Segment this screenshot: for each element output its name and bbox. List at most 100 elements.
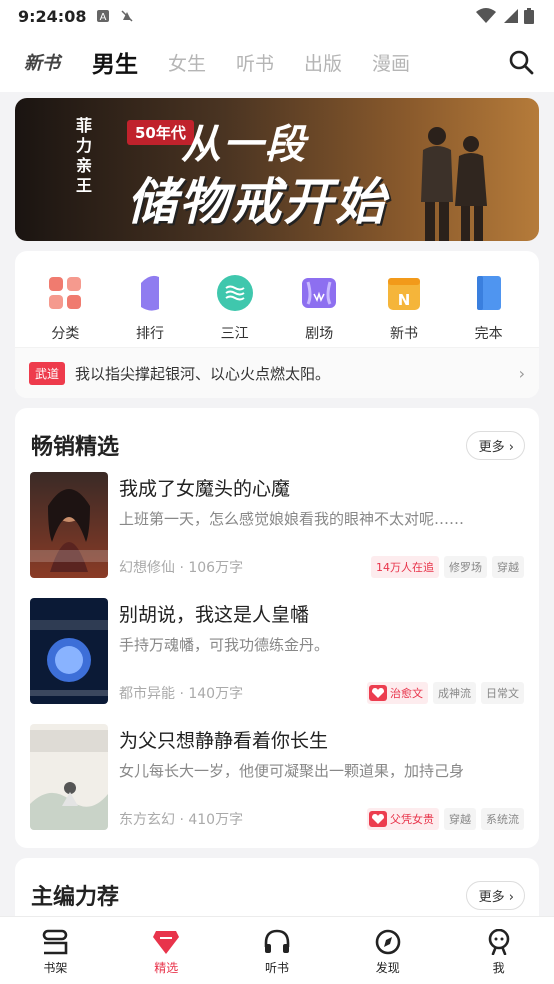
category-completed[interactable]: 完本 [454, 273, 524, 343]
book-tag: 父凭女贵 [367, 808, 439, 830]
book-tag-text: 父凭女贵 [390, 813, 434, 826]
book-tag-text: 治愈文 [390, 687, 423, 700]
category-theater[interactable]: 剧场 [284, 273, 354, 343]
category-new-books[interactable]: N 新书 [369, 273, 439, 343]
book-description: 上班第一天，怎么感觉娘娘看我的眼神不太对呢…… [119, 510, 465, 528]
book-genre: 东方玄幻 [119, 812, 175, 828]
category-sanjiang[interactable]: 三江 [200, 273, 270, 343]
banner-author: 菲力亲王 [75, 116, 92, 195]
sanjiang-icon [215, 273, 255, 313]
category-label: 新书 [389, 326, 418, 342]
tab-comics[interactable]: 漫画 [372, 49, 410, 76]
nav-label: 听书 [264, 961, 289, 975]
category-panel: 分类 排行 三江 剧场 N 新书 完本 武道 我以指尖撑起银河、以心火点燃太阳。… [15, 251, 539, 398]
book-title: 我成了女魔头的心魔 [119, 478, 291, 500]
more-label: 更多 [478, 889, 505, 905]
book-tags: 治愈文 成神流 日常文 [367, 682, 524, 704]
nav-profile[interactable]: 我 [443, 917, 554, 984]
ticker-text: 我以指尖撑起银河、以心火点燃太阳。 [75, 364, 331, 383]
category-label: 三江 [220, 326, 249, 342]
book-cover [30, 472, 108, 578]
book-tag: 穿越 [444, 808, 476, 830]
book-tag: 穿越 [492, 556, 524, 578]
heart-book-icon [369, 685, 387, 701]
book-word-count: 106万字 [188, 560, 244, 576]
bottom-nav: 书架 精选 听书 发现 我 [0, 916, 554, 984]
book-cover [30, 724, 108, 830]
tab-female[interactable]: 女生 [168, 49, 206, 76]
nav-discover[interactable]: 发现 [332, 917, 443, 984]
book-genre: 幻想修仙 [119, 560, 175, 576]
category-classify[interactable]: 分类 [30, 273, 100, 343]
svg-text:N: N [398, 291, 411, 309]
signal-icon [504, 9, 518, 23]
book-meta: 幻想修仙 · 106万字 [119, 560, 244, 576]
book-word-count: 140万字 [188, 686, 244, 702]
book-tag: 日常文 [481, 682, 524, 704]
category-ranking[interactable]: 排行 [115, 273, 185, 343]
chevron-right-icon: › [518, 363, 525, 383]
book-description: 女儿每长大一岁，他便可凝聚出一颗道果，加持己身 [119, 762, 465, 780]
book-tag: 治愈文 [367, 682, 428, 704]
theater-icon [299, 273, 339, 313]
tab-publishing[interactable]: 出版 [304, 49, 342, 76]
promo-banner[interactable]: 菲力亲王 50年代 从一段 储物戒开始 [15, 98, 539, 241]
book-item[interactable]: 我成了女魔头的心魔 上班第一天，怎么感觉娘娘看我的眼神不太对呢…… 幻想修仙 ·… [30, 472, 524, 578]
book-tag: 修罗场 [444, 556, 487, 578]
section-title: 主编力荐 [31, 885, 120, 910]
battery-icon [524, 8, 534, 24]
bookshelf-icon [43, 929, 68, 955]
more-button[interactable]: 更多 › [465, 430, 525, 460]
wifi-icon [476, 8, 496, 23]
nav-label: 我 [492, 961, 505, 975]
book-tag: 系统流 [481, 808, 524, 830]
status-time: 9:24:08 [18, 6, 87, 26]
more-label: 更多 [478, 439, 505, 455]
book-word-count: 410万字 [188, 812, 244, 828]
book-tags: 14万人在追 修罗场 穿越 [371, 556, 524, 578]
category-label: 排行 [135, 326, 164, 342]
compass-icon [375, 929, 401, 955]
book-meta: 东方玄幻 · 410万字 [119, 812, 244, 828]
category-label: 剧场 [305, 326, 334, 342]
book-tags: 父凭女贵 穿越 系统流 [367, 808, 524, 830]
nav-bookshelf[interactable]: 书架 [0, 917, 111, 984]
nav-label: 书架 [43, 961, 68, 975]
more-button[interactable]: 更多 › [465, 880, 525, 910]
featured-icon [153, 931, 180, 954]
new-book-icon: N [384, 273, 424, 313]
book-tag: 14万人在追 [371, 556, 439, 578]
top-nav: 新书 男生 女生 听书 出版 漫画 [0, 32, 554, 92]
headphones-icon [264, 929, 290, 953]
notification-app-icon [121, 10, 133, 22]
nav-audiobook[interactable]: 听书 [222, 917, 333, 984]
nav-featured[interactable]: 精选 [111, 917, 222, 984]
book-meta: 都市异能 · 140万字 [119, 686, 244, 702]
book-description: 手持万魂幡，可我功德练金丹。 [119, 636, 330, 654]
recommend-ticker[interactable]: 武道 我以指尖撑起银河、以心火点燃太阳。 › [15, 347, 539, 398]
ticker-tag: 武道 [29, 361, 66, 385]
bestsellers-section: 畅销精选 更多 › 我成了女魔头的心魔 上班第一天，怎么感觉娘娘看我的眼神不太对… [15, 408, 539, 848]
heart-book-icon [369, 811, 387, 827]
svg-text:A: A [100, 12, 107, 23]
book-item[interactable]: 为父只想静静看着你长生 女儿每长大一岁，他便可凝聚出一颗道果，加持己身 东方玄幻… [30, 724, 524, 830]
search-icon[interactable] [508, 49, 534, 75]
profile-icon [488, 929, 509, 955]
banner-title-line2: 储物戒开始 [127, 173, 387, 231]
category-label: 分类 [51, 326, 80, 342]
book-cover [30, 598, 108, 704]
book-title: 为父只想静静看着你长生 [119, 730, 329, 752]
book-title: 别胡说，我这是人皇幡 [119, 604, 310, 626]
book-item[interactable]: 别胡说，我这是人皇幡 手持万魂幡，可我功德练金丹。 都市异能 · 140万字 治… [30, 598, 524, 704]
ranking-icon [130, 273, 170, 313]
book-tag: 成神流 [433, 682, 476, 704]
nav-label: 精选 [154, 961, 179, 975]
status-bar: 9:24:08 A [0, 0, 554, 32]
tab-audiobook[interactable]: 听书 [236, 49, 274, 76]
tab-new-book-logo[interactable]: 新书 [24, 49, 60, 75]
complete-book-icon [469, 273, 509, 313]
nav-label: 发现 [375, 961, 400, 975]
notification-a-icon: A [97, 10, 110, 23]
tab-male[interactable]: 男生 [92, 45, 138, 79]
category-label: 完本 [474, 326, 503, 342]
